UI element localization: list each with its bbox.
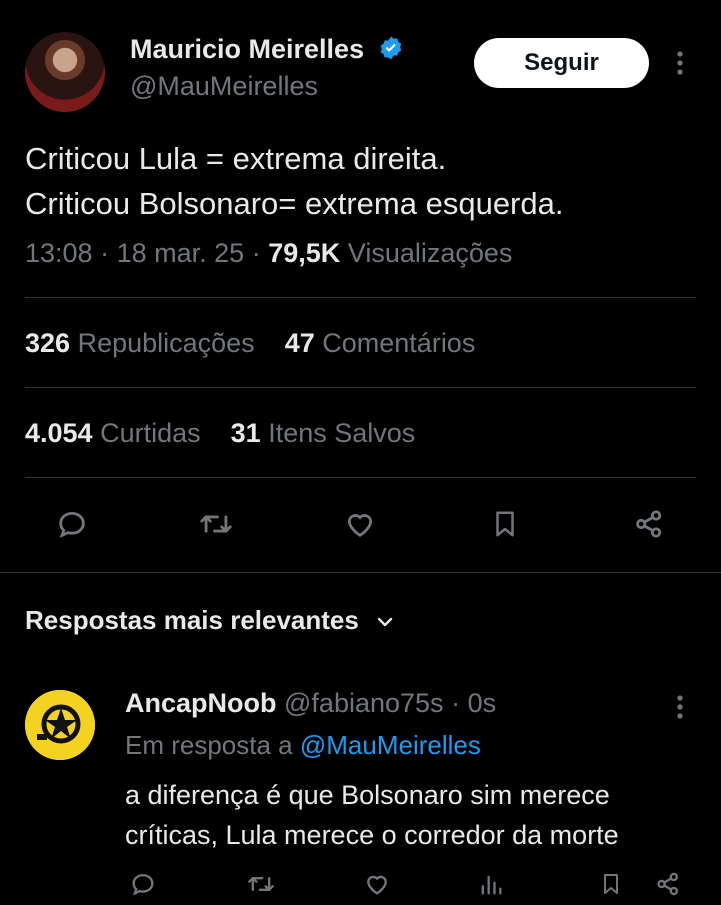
more-options-icon[interactable] [670,48,690,78]
reply-repost-icon[interactable] [236,862,286,905]
author-name-row[interactable]: Mauricio Meirelles [130,34,404,65]
divider [25,477,696,478]
likes-stat[interactable]: 4.054 Curtidas [25,418,201,448]
follow-button[interactable]: Seguir [474,38,649,88]
tweet-time[interactable]: 13:08 [25,238,93,268]
verified-badge-icon [378,35,404,61]
likes-count: 4.054 [25,418,93,448]
section-divider [0,572,721,573]
share-icon[interactable] [624,495,674,553]
like-icon[interactable] [335,495,385,553]
bookmark-icon[interactable] [480,495,530,553]
reply-author-name[interactable]: AncapNoob [125,688,277,718]
tweet-meta: 13:08 · 18 mar. 25 · 79,5K Visualizações [25,238,512,269]
chevron-down-icon [376,616,394,628]
reply-header: AncapNoob @fabiano75s · 0s [125,688,496,719]
author-avatar[interactable] [25,32,105,112]
views-count: 79,5K [268,238,341,268]
author-name[interactable]: Mauricio Meirelles [130,34,364,64]
reply-text: a diferença é que Bolsonaro sim merece c… [125,780,619,850]
saves-count: 31 [230,418,261,448]
divider [25,297,696,298]
reposts-count: 326 [25,328,71,358]
reposts-stat[interactable]: 326 Republicações [25,328,255,358]
reply-time[interactable]: 0s [468,688,497,718]
tweet-action-bar [0,495,721,553]
reply-icon[interactable] [47,495,97,553]
reply-in-reply-to: Em resposta a @MauMeirelles [125,730,481,761]
meta-separator: · [251,238,261,268]
author-handle[interactable]: @MauMeirelles [130,71,318,102]
saves-label: Itens Salvos [268,418,416,448]
tweet-text: Criticou Lula = extrema direita. Critico… [25,141,564,221]
replies-sort-dropdown[interactable]: Respostas mais relevantes [25,605,394,636]
saves-stat[interactable]: 31 Itens Salvos [231,418,416,448]
replies-sort-label: Respostas mais relevantes [25,605,359,635]
repost-icon[interactable] [191,495,241,553]
reposts-label: Republicações [77,328,255,358]
likes-label: Curtidas [100,418,201,448]
reply-author-handle[interactable]: @fabiano75s [284,688,444,718]
stats-row-2: 4.054 Curtidas 31 Itens Salvos [25,418,415,449]
meta-separator: · [451,688,461,718]
reply-bookmark-icon[interactable] [586,862,636,905]
reply-avatar[interactable] [25,690,95,760]
reply-share-icon[interactable] [643,862,693,905]
stats-row-1: 326 Republicações 47 Comentários [25,328,475,359]
comments-label: Comentários [322,328,476,358]
comments-count: 47 [284,328,315,358]
reply-views-icon[interactable] [466,862,516,905]
meta-separator: · [100,238,110,268]
divider [25,387,696,388]
reply-like-icon[interactable] [352,862,402,905]
tweet-date[interactable]: 18 mar. 25 [117,238,245,268]
comments-stat[interactable]: 47 Comentários [285,328,476,358]
reply-action-bar [0,862,721,905]
in-reply-handle-link[interactable]: @MauMeirelles [300,730,481,760]
views-label: Visualizações [347,238,513,268]
reply-more-options-icon[interactable] [670,692,690,722]
in-reply-prefix: Em resposta a [125,730,293,760]
reply-reply-icon[interactable] [118,862,168,905]
